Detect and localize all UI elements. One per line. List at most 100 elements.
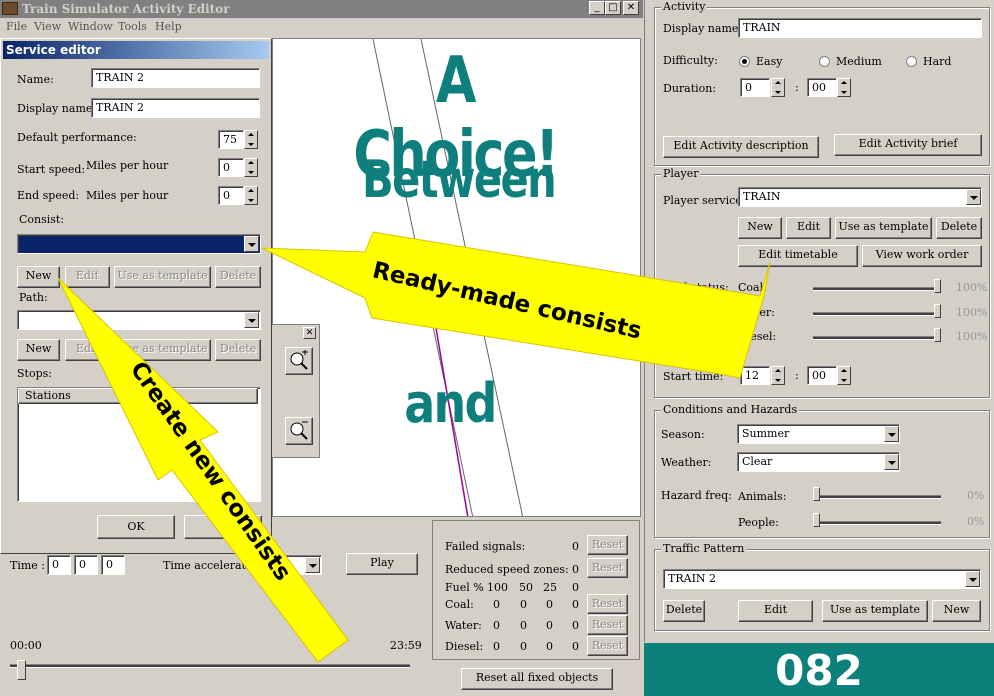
start-minutes-stepper[interactable] [837,366,851,385]
display-name-input[interactable]: TRAIN 2 [91,98,260,118]
time-label: Time : [10,559,45,572]
timeline-thumb[interactable] [17,660,26,680]
animals-thumb[interactable] [813,487,820,501]
duration-hours-input[interactable]: 0 [740,78,770,97]
consist-edit-button[interactable]: Edit [65,266,110,288]
chevron-down-icon[interactable] [965,571,980,587]
traffic-edit-button[interactable]: Edit [738,600,813,622]
activity-display-name-input[interactable]: TRAIN [738,18,982,38]
menu-tools[interactable]: Tools [118,20,147,33]
difficulty-medium-radio[interactable] [819,56,830,67]
time-minutes-input[interactable]: 0 [74,555,98,575]
chevron-down-icon[interactable] [884,426,899,442]
traffic-template-button[interactable]: Use as template [822,600,928,622]
player-coal-thumb[interactable] [934,279,941,293]
traffic-pattern-select[interactable]: TRAIN 2 [663,569,981,589]
reset-all-fixed-objects-button[interactable]: Reset all fixed objects [461,668,613,690]
people-value: 0% [967,515,985,528]
water-reset-button[interactable]: Reset [587,615,628,635]
chevron-down-icon[interactable] [884,454,899,470]
default-performance-stepper[interactable] [244,130,258,149]
fuel-header-label: Fuel % [445,581,484,594]
animals-slider[interactable] [813,495,941,499]
consist-template-button[interactable]: Use as template [114,266,211,288]
player-delete-button[interactable]: Delete [936,217,982,239]
traffic-new-button[interactable]: New [932,600,981,622]
zoom-out-button[interactable] [285,417,313,445]
coal-reset-button[interactable]: Reset [587,594,628,614]
path-edit-button[interactable]: Edit [65,339,110,361]
maximize-icon[interactable]: □ [605,1,621,15]
path-new-button[interactable]: New [17,339,60,361]
path-delete-button[interactable]: Delete [215,339,261,361]
chevron-down-icon[interactable] [966,189,981,205]
timeline-end-label: 23:59 [390,639,422,652]
path-template-button[interactable]: Use as template [114,339,211,361]
name-input[interactable]: TRAIN 2 [91,68,260,88]
minimize-icon[interactable]: _ [589,1,605,15]
start-speed-unit: Miles per hour [86,159,169,172]
player-coal-slider[interactable] [813,287,941,291]
zoom-in-button[interactable] [285,347,313,375]
consist-new-button[interactable]: New [17,266,60,288]
path-select[interactable] [17,310,261,330]
menu-help[interactable]: Help [155,20,182,33]
player-service-select[interactable]: TRAIN [738,187,982,207]
edit-timetable-button[interactable]: Edit timetable [738,245,858,267]
reduced-speed-label: Reduced speed zones: [445,563,569,576]
start-speed-input[interactable]: 0 [218,158,244,177]
play-button[interactable]: Play [346,553,418,575]
close-icon[interactable]: ✕ [623,1,639,15]
player-edit-button[interactable]: Edit [786,217,831,239]
time-bar: Time : 0 0 0 Time acceleration Play 00:0… [0,518,430,696]
default-performance-input[interactable]: 75 [218,130,244,149]
player-new-button[interactable]: New [738,217,782,239]
menu-view[interactable]: View [34,20,61,33]
end-speed-stepper[interactable] [244,186,258,205]
view-work-order-button[interactable]: View work order [862,245,982,267]
end-speed-input[interactable]: 0 [218,186,244,205]
difficulty-hard-radio[interactable] [906,56,917,67]
time-hours-input[interactable]: 0 [47,555,71,575]
season-select[interactable]: Summer [737,424,900,444]
start-speed-stepper[interactable] [244,158,258,177]
chevron-down-icon[interactable] [244,312,259,328]
traffic-delete-button[interactable]: Delete [663,600,705,622]
edit-activity-description-button[interactable]: Edit Activity description [663,136,819,158]
player-template-button[interactable]: Use as template [835,217,932,239]
consist-delete-button[interactable]: Delete [215,266,261,288]
close-icon[interactable]: ✕ [303,327,316,339]
duration-minutes-stepper[interactable] [837,78,851,97]
duration-minutes-input[interactable]: 00 [807,78,837,97]
failed-signals-reset-button[interactable]: Reset [587,535,628,555]
fuel-header-25: 25 [543,581,557,594]
edit-activity-brief-button[interactable]: Edit Activity brief [834,134,982,156]
diesel-reset-button[interactable]: Reset [587,636,628,656]
reduced-speed-reset-button[interactable]: Reset [587,558,628,578]
start-minutes-input[interactable]: 00 [807,366,837,385]
chevron-down-icon[interactable] [244,236,259,252]
fuel-row-value: 0 [493,640,500,653]
timeline-start-label: 00:00 [10,639,42,652]
difficulty-easy-radio[interactable] [739,56,750,67]
menu-file[interactable]: File [6,20,27,33]
player-diesel-thumb[interactable] [934,328,941,342]
consist-select[interactable] [17,234,261,254]
people-thumb[interactable] [813,513,820,527]
people-slider[interactable] [813,521,941,525]
start-hours-stepper[interactable] [771,366,785,385]
menu-window[interactable]: Window [68,20,113,33]
player-diesel-slider[interactable] [813,336,941,340]
start-hours-input[interactable]: 12 [740,366,770,385]
fuel-status-label: Fuel status: [663,281,729,294]
timeline-track[interactable] [10,664,410,668]
player-water-slider[interactable] [813,312,941,316]
start-time-label: Start time: [663,370,724,383]
player-water-thumb[interactable] [934,304,941,318]
stops-label: Stops: [17,367,52,380]
zoom-toolbox: ✕ [270,324,320,458]
weather-select[interactable]: Clear [737,452,900,472]
chevron-down-icon[interactable] [305,557,320,573]
time-seconds-input[interactable]: 0 [101,555,125,575]
duration-hours-stepper[interactable] [771,78,785,97]
